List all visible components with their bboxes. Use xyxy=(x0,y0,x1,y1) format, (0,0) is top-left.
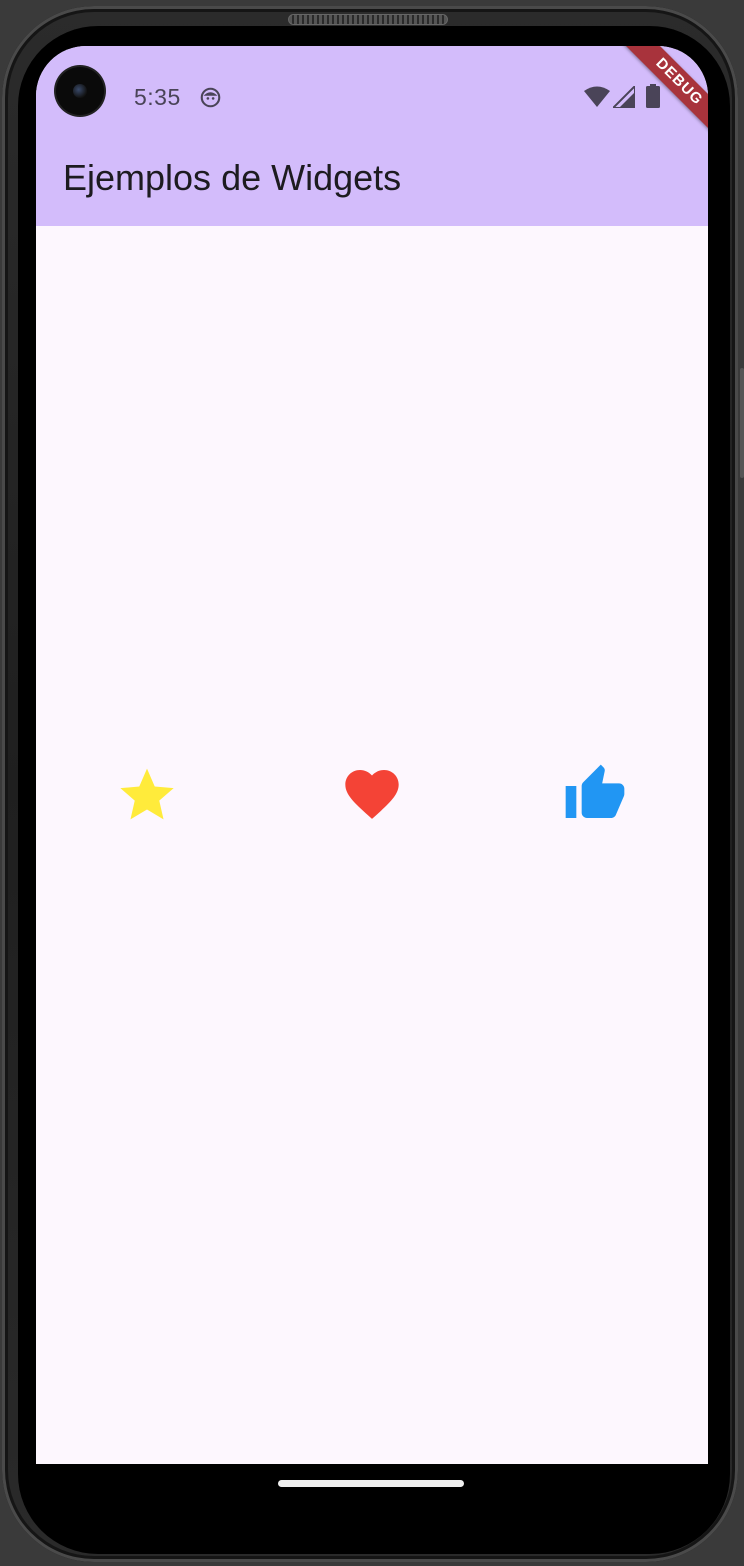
status-time: 5:35 xyxy=(134,84,181,110)
heart-icon xyxy=(339,762,405,826)
app-bar: 5:35 Ejemplos de Widgets xyxy=(36,46,708,226)
battery-icon xyxy=(646,84,660,108)
icon-row xyxy=(36,762,708,826)
home-indicator[interactable] xyxy=(278,1480,464,1487)
star-icon xyxy=(114,762,180,826)
phone-device: 5:35 Ejemplos de Widgets DEBUG xyxy=(0,0,744,1566)
main-content xyxy=(36,226,708,1464)
wifi-icon xyxy=(584,86,610,107)
front-camera xyxy=(56,67,104,115)
earpiece-speaker xyxy=(288,14,448,25)
page-title: Ejemplos de Widgets xyxy=(63,157,402,198)
power-button xyxy=(740,368,744,478)
app-screen: 5:35 Ejemplos de Widgets DEBUG xyxy=(36,46,708,1464)
thumb-up-icon xyxy=(562,762,628,826)
signal-icon xyxy=(613,86,635,108)
face-icon xyxy=(200,87,221,108)
